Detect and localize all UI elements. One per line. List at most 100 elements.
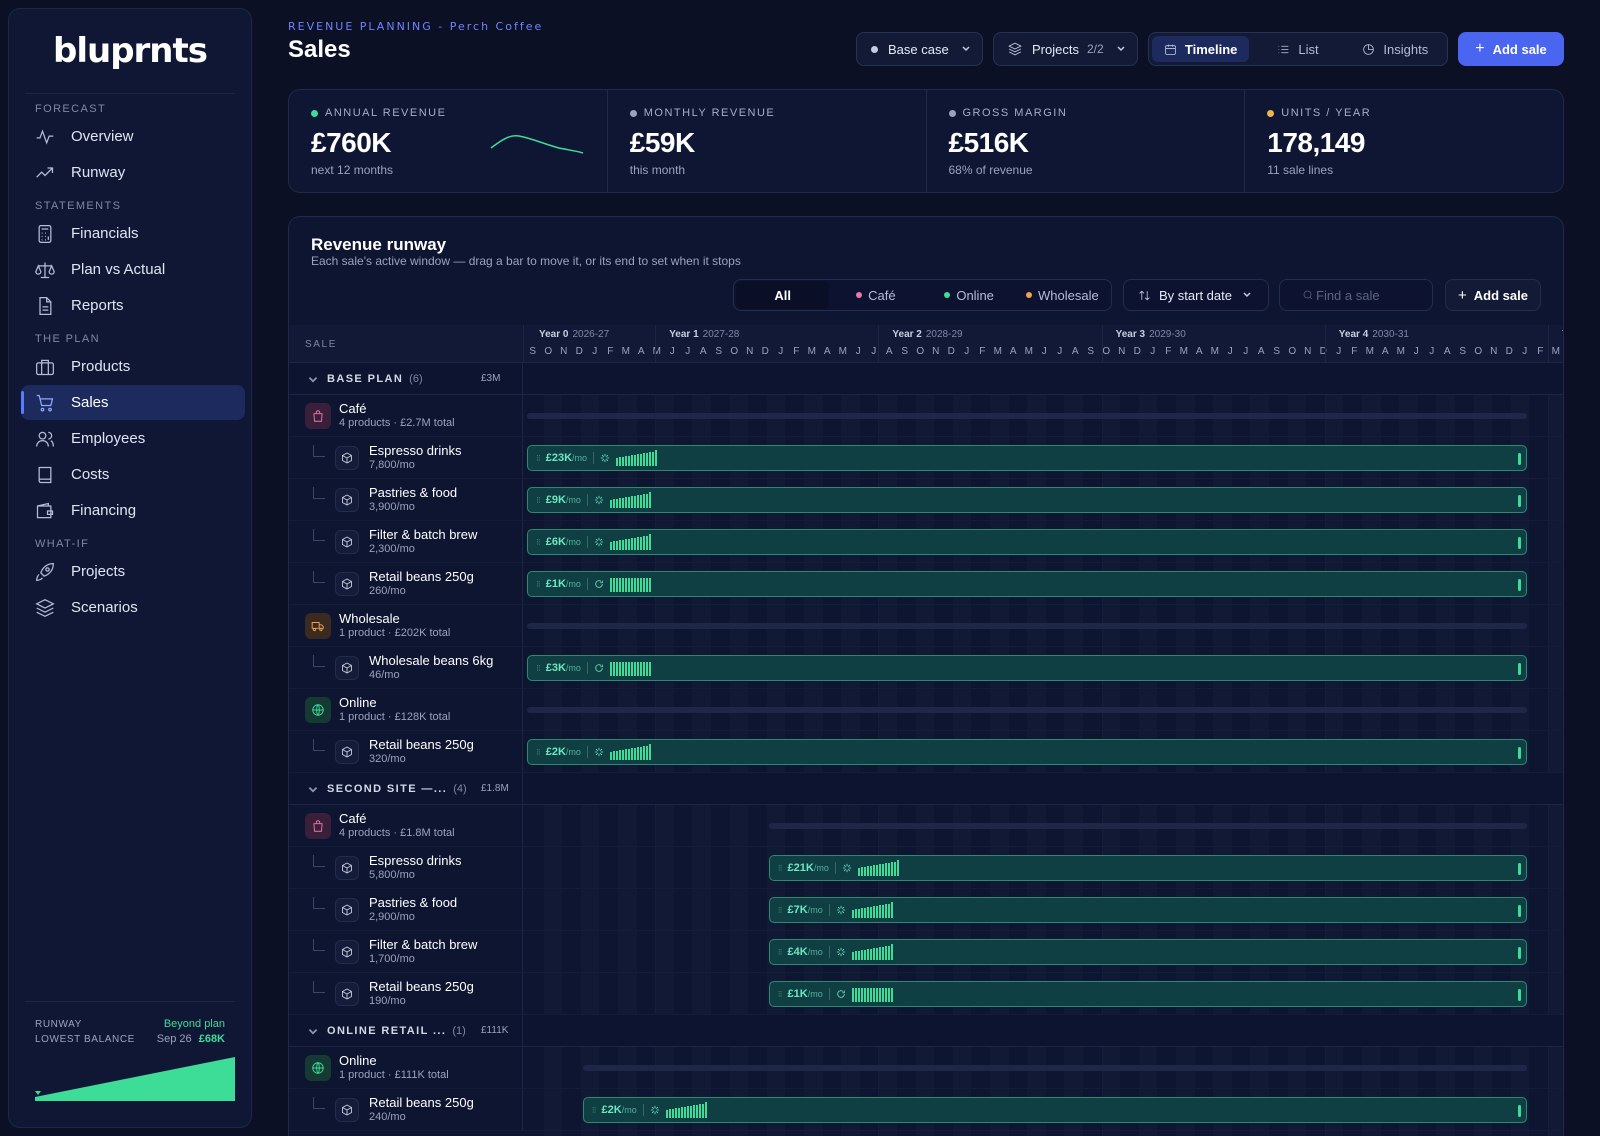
sale-bar[interactable]: ⁝⁝ £2K/mo [527,739,1527,765]
drag-handle-icon[interactable]: ⁝⁝ [536,663,541,674]
sale-row[interactable]: Filter & batch brew 2,300/mo ⁝⁝ £6K/mo [289,521,1563,563]
sale-row[interactable]: Pastries & food 3,900/mo ⁝⁝ £9K/mo [289,479,1563,521]
group-row[interactable]: BASE PLAN (6) £3M [289,363,1563,395]
bar-end-handle[interactable] [1518,495,1521,507]
month-label: O [730,346,739,357]
sidebar-item-overview[interactable]: Overview [21,119,245,154]
bar-end-handle[interactable] [1518,537,1521,549]
mini-bar [869,988,872,1002]
month-label: O [1288,346,1297,357]
filter-cafe[interactable]: Café [829,281,922,309]
sale-bar[interactable]: ⁝⁝ £7K/mo [768,897,1527,923]
bar-end-handle[interactable] [1518,453,1521,465]
sale-bar[interactable]: ⁝⁝ £9K/mo [527,487,1527,513]
bar-end-handle[interactable] [1518,663,1521,675]
search-input[interactable]: Find a sale [1279,279,1433,311]
add-sale-button[interactable]: + Add sale [1458,32,1564,66]
sale-row[interactable]: Retail beans 250g 260/mo ⁝⁝ £1K/mo [289,563,1563,605]
mini-bar [612,541,615,550]
category-row[interactable]: Café 4 products · £1.8M total [289,805,1563,847]
sale-bar[interactable]: ⁝⁝ £2K/mo [582,1097,1527,1123]
bar-end-handle[interactable] [1517,1105,1521,1117]
sidebar-item-projects[interactable]: Projects [21,554,245,589]
sidebar-item-products[interactable]: Products [21,349,245,384]
drag-handle-icon[interactable]: ⁝⁝ [536,747,541,758]
sidebar-item-costs[interactable]: Costs [21,457,245,492]
bar-end-handle[interactable] [1517,989,1521,1001]
sidebar-item-financing[interactable]: Financing [21,493,245,528]
sidebar-item-sales[interactable]: Sales [21,385,245,420]
filter-wholesale[interactable]: Wholesale [1016,281,1109,309]
drag-handle-icon[interactable]: ⁝⁝ [536,495,541,506]
value-text: £9K [545,494,566,506]
chevron-down-icon[interactable] [307,373,319,385]
tab-list[interactable]: List [1249,36,1346,62]
mini-bar [628,456,631,466]
sale-bar[interactable]: ⁝⁝ £1K/mo [527,571,1527,597]
tab-timeline[interactable]: Timeline [1152,36,1250,62]
sidebar-item-runway[interactable]: Runway [21,155,245,190]
chevron-down-icon[interactable] [307,783,319,795]
sale-row[interactable]: Wholesale beans 6kg 46/mo ⁝⁝ £3K/mo [289,647,1563,689]
sale-row[interactable]: Retail beans 250g 190/mo ⁝⁝ £1K/mo [289,973,1563,1015]
mini-bar [645,578,648,592]
projects-dropdown[interactable]: Projects 2/2 [993,32,1138,66]
category-row[interactable]: Café 4 products · £2.7M total [289,395,1563,437]
row-label-cell: Online 1 product · £111K total [289,1047,523,1088]
drag-handle-icon[interactable]: ⁝⁝ [778,905,783,916]
sidebar-item-scenarios[interactable]: Scenarios [21,590,245,625]
sale-row[interactable]: Espresso drinks 5,800/mo ⁝⁝ £21K/mo [289,847,1563,889]
sale-bar[interactable]: ⁝⁝ £3K/mo [527,655,1527,681]
bar-end-handle[interactable] [1517,905,1521,917]
sidebar-item-reports[interactable]: Reports [21,288,245,323]
month-label: J [1243,346,1249,357]
mini-bar [863,988,866,1002]
bar-divider [828,988,830,1000]
drag-handle-icon[interactable]: ⁝⁝ [536,537,541,548]
chevron-down-icon[interactable] [307,1025,319,1037]
category-row[interactable]: Wholesale 1 product · £202K total [289,605,1563,647]
drag-handle-icon[interactable]: ⁝⁝ [536,579,541,590]
chevron-down-icon [1243,292,1251,298]
group-row[interactable]: ONLINE RETAIL ... (1) £111K [289,1015,1563,1047]
sidebar-item-financials[interactable]: Financials [21,216,245,251]
filter-all[interactable]: All [736,281,830,309]
drag-handle-icon[interactable]: ⁝⁝ [592,1105,597,1116]
bar-end-handle[interactable] [1517,947,1521,959]
sale-bar[interactable]: ⁝⁝ £1K/mo [768,981,1527,1007]
sale-bar[interactable]: ⁝⁝ £21K/mo [768,855,1527,881]
sale-row[interactable]: Pastries & food 2,900/mo ⁝⁝ £7K/mo [289,889,1563,931]
tab-insights[interactable]: Insights [1347,36,1444,62]
sale-row[interactable]: Filter & batch brew 1,700/mo ⁝⁝ £4K/mo [289,931,1563,973]
sidebar-item-plan-vs-actual[interactable]: Plan vs Actual [21,252,245,287]
mini-bar [621,750,624,760]
sale-bar[interactable]: ⁝⁝ £23K/mo [527,445,1527,471]
group-count: (4) [453,783,467,795]
bar-end-handle[interactable] [1518,747,1521,759]
drag-handle-icon[interactable]: ⁝⁝ [778,863,783,874]
category-row[interactable]: Online 1 product · £128K total [289,689,1563,731]
filter-online[interactable]: Online [923,281,1016,309]
sidebar-item-employees[interactable]: Employees [21,421,245,456]
drag-handle-icon[interactable]: ⁝⁝ [778,947,783,958]
bar-end-handle[interactable] [1517,863,1521,875]
category-meta: 4 products · £2.7M total [339,417,455,429]
stat-label: GROSS MARGIN [962,107,1068,119]
month-label: O [916,346,925,357]
sort-dropdown[interactable]: By start date [1123,279,1269,311]
sale-row[interactable]: Retail beans 250g 240/mo ⁝⁝ £2K/mo [289,1089,1563,1131]
drag-handle-icon[interactable]: ⁝⁝ [536,453,541,464]
bar-end-handle[interactable] [1518,579,1521,591]
sale-volume: 190/mo [369,995,406,1007]
scenario-dropdown[interactable]: Base case [856,32,983,66]
sale-row[interactable]: Espresso drinks 7,800/mo ⁝⁝ £23K/mo [289,437,1563,479]
sale-row[interactable]: Retail beans 250g 320/mo ⁝⁝ £2K/mo [289,731,1563,773]
group-row[interactable]: SECOND SITE —... (4) £1.8M [289,773,1563,805]
sale-bar[interactable]: ⁝⁝ £4K/mo [768,939,1527,965]
add-sale-inline-button[interactable]: + Add sale [1445,279,1541,311]
year-divider [878,325,880,363]
month-label: D [1133,346,1141,357]
category-row[interactable]: Online 1 product · £111K total [289,1047,1563,1089]
sale-bar[interactable]: ⁝⁝ £6K/mo [527,529,1527,555]
drag-handle-icon[interactable]: ⁝⁝ [778,989,783,1000]
